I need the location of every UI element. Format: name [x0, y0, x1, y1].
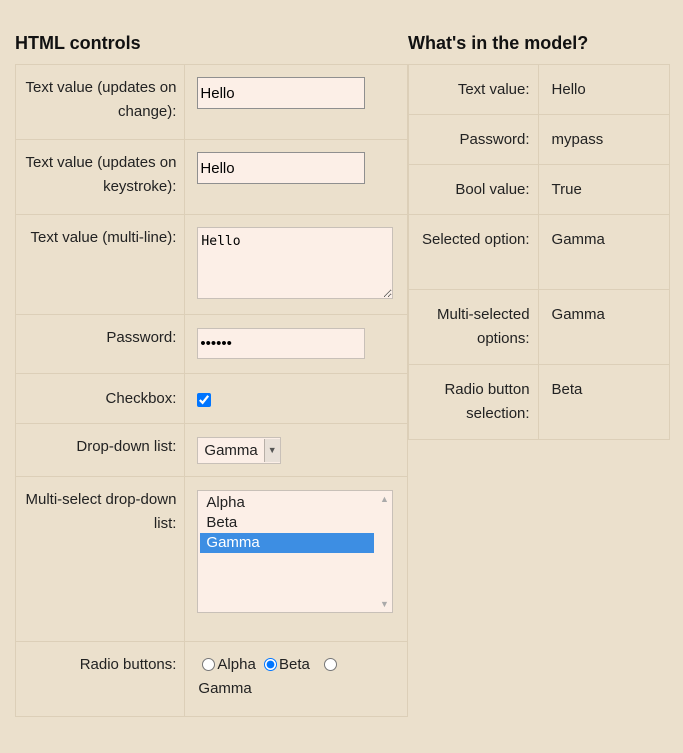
- row-text-change: Text value (updates on change):: [14, 64, 408, 140]
- chevron-down-icon[interactable]: ▼: [377, 599, 391, 609]
- multiselect-label: Multi-select drop-down list:: [14, 476, 186, 642]
- model-row: Password: mypass: [408, 114, 671, 165]
- radio-gamma[interactable]: [324, 658, 337, 671]
- text-keystroke-label: Text value (updates on keystroke):: [14, 139, 186, 215]
- model-row: Selected option: Gamma: [408, 214, 671, 290]
- row-multiselect: Multi-select drop-down list: Alpha Beta …: [14, 476, 408, 642]
- multiselect-list[interactable]: Alpha Beta Gamma ▲ ▼: [197, 490, 394, 613]
- model-row: Bool value: True: [408, 164, 671, 215]
- multiselect-scrollbar[interactable]: ▲ ▼: [377, 492, 391, 611]
- text-change-input[interactable]: [197, 77, 366, 109]
- radio-alpha-label: Alpha: [217, 656, 256, 673]
- model-radio-label: Radio button selection:: [408, 364, 539, 440]
- model-bool-label: Bool value:: [408, 164, 539, 215]
- bool-checkbox[interactable]: [197, 393, 212, 407]
- radio-beta-label: Beta: [278, 656, 310, 673]
- html-controls-heading: HTML controls: [15, 33, 141, 53]
- multiselect-option-beta[interactable]: Beta: [200, 513, 374, 533]
- model-row: Text value: Hello: [408, 64, 671, 115]
- model-multi-label: Multi-selected options:: [408, 289, 539, 365]
- checkbox-label: Checkbox:: [14, 373, 186, 424]
- model-row: Multi-selected options: Gamma: [408, 289, 671, 365]
- radio-alpha[interactable]: [202, 658, 216, 671]
- model-text-label: Text value:: [408, 64, 539, 115]
- password-input[interactable]: [197, 328, 366, 359]
- text-multiline-textarea[interactable]: Hello: [197, 227, 394, 299]
- model-radio-value: Beta: [537, 364, 671, 440]
- row-dropdown: Drop-down list: Gamma ▼: [14, 423, 408, 477]
- radios-label: Radio buttons:: [14, 641, 186, 717]
- row-radios: Radio buttons: Alpha Beta Gamma: [14, 641, 408, 717]
- model-password-label: Password:: [408, 114, 539, 165]
- model-row: Radio button selection: Beta: [408, 364, 671, 440]
- radio-gamma-label: Gamma: [198, 680, 252, 697]
- chevron-down-icon[interactable]: ▼: [263, 439, 280, 462]
- model-selected-value: Gamma: [537, 214, 671, 290]
- multiselect-option-gamma[interactable]: Gamma: [200, 533, 375, 553]
- model-heading: What's in the model?: [408, 33, 589, 53]
- text-multiline-label: Text value (multi-line):: [14, 214, 186, 315]
- row-text-multiline: Text value (multi-line): Hello: [14, 214, 408, 315]
- password-label: Password:: [14, 314, 186, 374]
- chevron-up-icon[interactable]: ▲: [377, 494, 391, 504]
- row-text-keystroke: Text value (updates on keystroke):: [14, 139, 408, 215]
- row-password: Password:: [14, 314, 408, 374]
- model-password-value: mypass: [537, 114, 671, 165]
- model-multi-value: Gamma: [537, 289, 671, 365]
- text-change-label: Text value (updates on change):: [14, 64, 186, 140]
- dropdown-select[interactable]: Gamma ▼: [197, 437, 281, 464]
- dropdown-selected-value: Gamma: [204, 442, 258, 459]
- model-bool-value: True: [537, 164, 671, 215]
- radio-group: Alpha Beta Gamma: [198, 653, 407, 701]
- radio-beta[interactable]: [263, 658, 277, 671]
- model-text-value: Hello: [537, 64, 671, 115]
- model-selected-label: Selected option:: [408, 214, 539, 290]
- row-checkbox: Checkbox:: [14, 373, 408, 424]
- html-controls-table: Text value (updates on change): Text val…: [14, 64, 408, 717]
- model-table: Text value: Hello Password: mypass Bool …: [408, 64, 671, 440]
- dropdown-label: Drop-down list:: [14, 423, 186, 477]
- multiselect-option-alpha[interactable]: Alpha: [200, 493, 374, 513]
- text-keystroke-input[interactable]: [197, 152, 366, 184]
